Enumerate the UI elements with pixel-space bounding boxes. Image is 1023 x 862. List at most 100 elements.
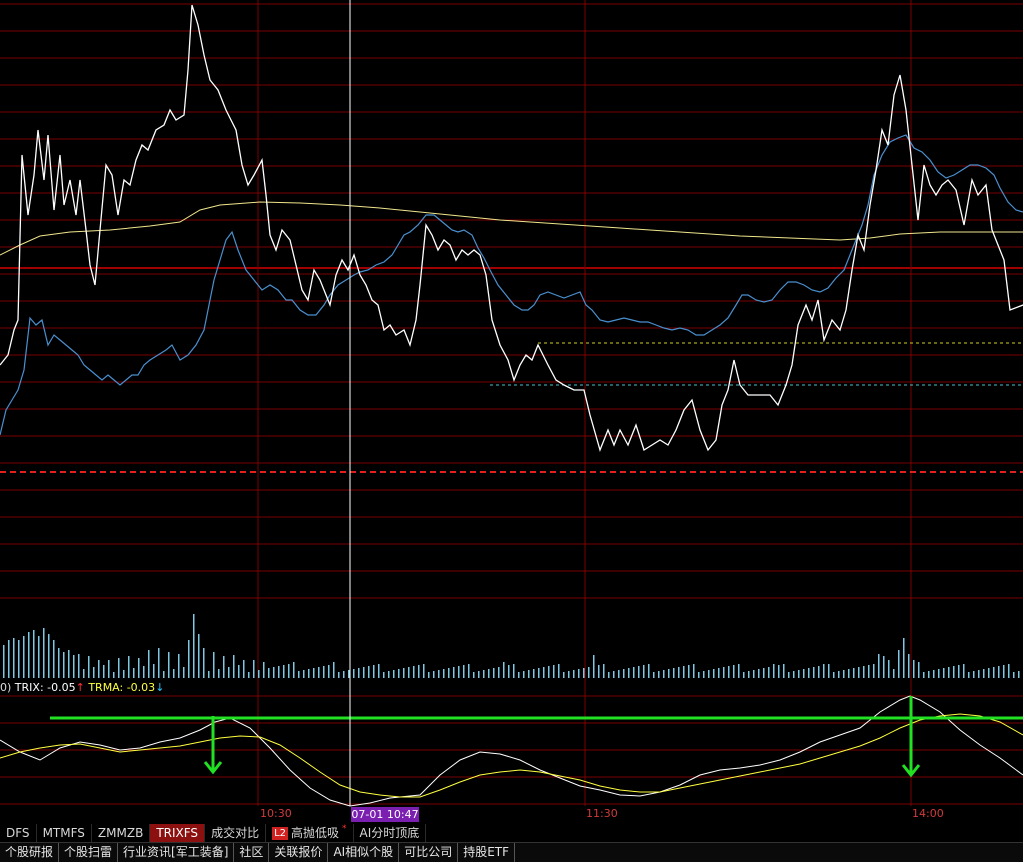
volume-bar xyxy=(723,667,725,678)
intraday-chart[interactable] xyxy=(0,0,1023,861)
link-industry-news[interactable]: 行业资讯[军工装备] xyxy=(118,843,235,862)
volume-bar xyxy=(173,669,175,678)
volume-bar xyxy=(263,662,265,678)
volume-bar xyxy=(728,666,730,678)
volume-bar xyxy=(733,665,735,678)
tab-label: DFS xyxy=(6,826,30,840)
bottom-link-bar: 个股研报 个股扫雷 行业资讯[军工装备] 社区 关联报价 AI相似个股 可比公司… xyxy=(0,842,1023,862)
volume-bar xyxy=(1013,672,1015,678)
volume-bar xyxy=(313,668,315,678)
volume-bar xyxy=(33,630,35,678)
volume-bar xyxy=(718,668,720,678)
volume-bar xyxy=(588,667,590,678)
link-community[interactable]: 社区 xyxy=(234,843,270,862)
volume-bar xyxy=(103,665,105,678)
volume-bar xyxy=(988,668,990,678)
l2-badge: L2 xyxy=(272,826,289,840)
volume-bar xyxy=(748,671,750,678)
volume-bar xyxy=(493,668,495,678)
link-stock-scan[interactable]: 个股扫雷 xyxy=(59,843,119,862)
volume-bar xyxy=(948,667,950,678)
indicator-prefix: 0) xyxy=(0,681,12,694)
volume-bar xyxy=(393,670,395,678)
volume-bar xyxy=(178,654,180,678)
volume-bar xyxy=(418,665,420,678)
new-dot-icon: * xyxy=(342,824,347,834)
volume-bar xyxy=(568,671,570,678)
volume-bar xyxy=(78,654,80,678)
volume-bar xyxy=(168,652,170,678)
volume-bar xyxy=(898,650,900,678)
volume-bar xyxy=(423,664,425,678)
trix-line xyxy=(0,695,1023,807)
volume-bar xyxy=(573,670,575,678)
volume-bar xyxy=(163,671,165,678)
volume-bar xyxy=(763,668,765,678)
volume-bar xyxy=(678,667,680,678)
volume-bar xyxy=(843,670,845,678)
tab-ai-top-bottom[interactable]: AI分时顶底 xyxy=(354,824,427,842)
volume-bar xyxy=(873,664,875,678)
volume-bar xyxy=(153,664,155,678)
tab-label: 高抛低吸 xyxy=(291,826,340,840)
volume-bar xyxy=(363,667,365,678)
volume-bar xyxy=(973,671,975,678)
volume-bar xyxy=(553,665,555,678)
cursor-time-label: 07-01 10:47 xyxy=(351,807,419,822)
tab-volume-compare[interactable]: 成交对比 xyxy=(205,824,267,842)
volume-bar xyxy=(683,666,685,678)
time-label-1400: 14:00 xyxy=(912,807,944,820)
volume-bar xyxy=(238,665,240,678)
volume-bar xyxy=(903,638,905,678)
link-holding-etf[interactable]: 持股ETF xyxy=(458,843,516,862)
volume-bar xyxy=(13,638,15,678)
volume-bar xyxy=(1003,665,1005,678)
volume-bar xyxy=(293,662,295,678)
volume-bar xyxy=(503,662,505,678)
link-stock-research[interactable]: 个股研报 xyxy=(0,843,60,862)
volume-bar xyxy=(608,672,610,678)
volume-bar xyxy=(123,670,125,678)
volume-bar xyxy=(773,664,775,678)
volume-bar xyxy=(23,636,25,678)
volume-bar xyxy=(853,668,855,678)
time-label-1030: 10:30 xyxy=(260,807,292,820)
volume-bar xyxy=(918,662,920,678)
tab-trixfs[interactable]: TRIXFS xyxy=(150,824,206,842)
volume-bar xyxy=(388,671,390,678)
volume-bar xyxy=(703,671,705,678)
tab-dfs[interactable]: DFS xyxy=(0,824,37,842)
volume-bar xyxy=(358,668,360,678)
volume-bar xyxy=(383,672,385,678)
volume-bar xyxy=(953,666,955,678)
volume-bar xyxy=(343,671,345,678)
volume-bar xyxy=(743,672,745,678)
volume-bar xyxy=(18,640,20,678)
volume-bar xyxy=(618,670,620,678)
volume-bar xyxy=(908,654,910,678)
tab-zmmzb[interactable]: ZMMZB xyxy=(92,824,151,842)
tab-high-low[interactable]: L2 高抛低吸 * xyxy=(266,824,354,842)
link-ai-similar[interactable]: AI相似个股 xyxy=(328,843,400,862)
link-related-quotes[interactable]: 关联报价 xyxy=(269,843,329,862)
tab-mtmfs[interactable]: MTMFS xyxy=(37,824,92,842)
volume-bar xyxy=(923,672,925,678)
volume-bar xyxy=(378,664,380,678)
volume-bar xyxy=(838,671,840,678)
volume-bar xyxy=(878,654,880,678)
volume-bar xyxy=(88,656,90,678)
up-arrow-icon: ↑ xyxy=(75,681,85,694)
volume-bar xyxy=(373,665,375,678)
volume-bar xyxy=(248,672,250,678)
volume-bar xyxy=(398,669,400,678)
volume-bar xyxy=(463,665,465,678)
volume-bar xyxy=(73,655,75,678)
link-comparable-companies[interactable]: 可比公司 xyxy=(399,843,459,862)
volume-bar xyxy=(558,664,560,678)
volume-bar xyxy=(653,672,655,678)
volume-bar xyxy=(643,665,645,678)
volume-bar xyxy=(333,662,335,678)
volume-bar xyxy=(108,660,110,678)
volume-bar xyxy=(848,669,850,678)
volume-bar xyxy=(738,664,740,678)
